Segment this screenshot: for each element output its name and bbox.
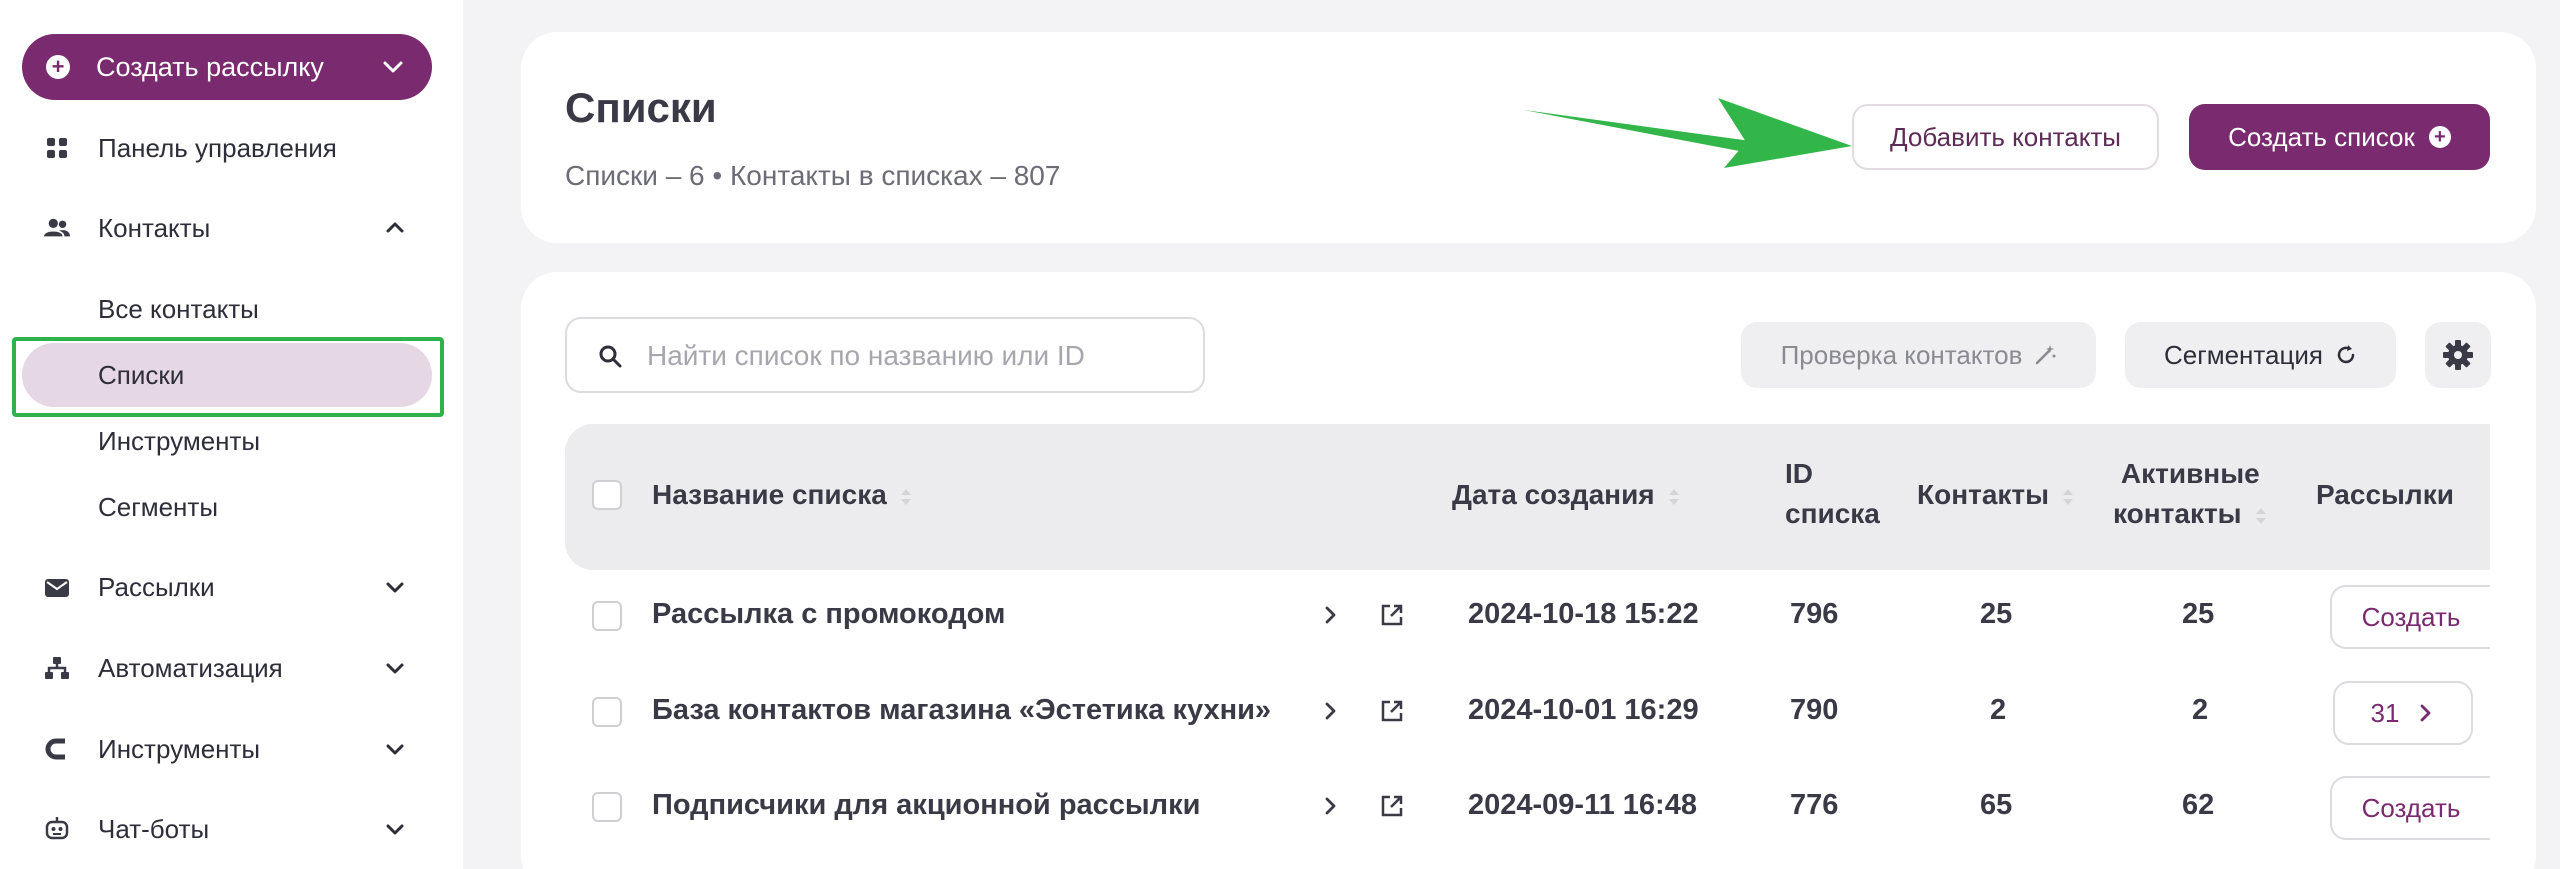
created-date: 2024-09-11 16:48	[1468, 789, 1697, 821]
external-link-icon[interactable]	[1380, 699, 1404, 723]
check-contacts-button[interactable]: Проверка контактов	[1741, 322, 2096, 388]
sidebar-item-automation[interactable]: Автоматизация	[0, 638, 463, 698]
select-all-checkbox[interactable]	[592, 480, 622, 510]
contacts-count: 65	[1980, 789, 2013, 821]
column-header-created[interactable]: Дата создания	[1452, 475, 1681, 515]
magnet-icon	[44, 736, 70, 762]
add-contacts-label: Добавить контакты	[1890, 121, 2121, 152]
gear-icon	[2443, 340, 2473, 370]
create-mailing-row-button[interactable]: Создать	[2330, 776, 2490, 840]
chevron-down-icon	[386, 744, 404, 755]
sidebar: + Создать рассылку Панель управления Кон…	[0, 0, 463, 869]
column-header-mailings: Рассылки	[2316, 479, 2454, 510]
contacts-count: 2	[1990, 694, 2007, 726]
row-checkbox[interactable]	[592, 697, 622, 727]
create-mailing-button[interactable]: + Создать рассылку	[22, 34, 432, 100]
chevron-down-icon	[386, 824, 404, 835]
sidebar-item-label: Автоматизация	[98, 652, 283, 683]
list-name[interactable]: База контактов магазина «Эстетика кухни»	[652, 694, 1271, 727]
column-header-name[interactable]: Название списка	[652, 475, 913, 515]
sidebar-subitem-label: Списки	[98, 359, 185, 390]
highlight-frame	[12, 337, 444, 417]
add-contacts-button[interactable]: Добавить контакты	[1852, 104, 2159, 170]
create-mailing-row-button[interactable]: Создать	[2330, 585, 2490, 649]
sidebar-item-label: Инструменты	[98, 733, 261, 764]
sidebar-item-mailings[interactable]: Рассылки	[0, 557, 463, 617]
robot-icon	[44, 816, 70, 842]
create-list-button[interactable]: Создать список +	[2189, 104, 2490, 170]
sort-icon	[900, 488, 911, 505]
page-title: Списки	[565, 84, 717, 131]
list-id: 776	[1790, 789, 1839, 821]
mailings-count-button[interactable]: 31	[2333, 681, 2473, 745]
sort-icon	[2063, 488, 2074, 505]
external-link-icon[interactable]	[1380, 603, 1404, 627]
contacts-icon	[44, 215, 70, 241]
created-date: 2024-10-18 15:22	[1468, 598, 1699, 630]
created-date: 2024-10-01 16:29	[1468, 694, 1699, 726]
sidebar-subitem-segments[interactable]: Сегменты	[98, 482, 218, 532]
sidebar-subitem-tools[interactable]: Инструменты	[98, 416, 260, 466]
chevron-right-icon	[2421, 704, 2431, 722]
sidebar-subitem-lists[interactable]: Списки	[98, 350, 184, 400]
plus-circle-icon: +	[46, 55, 70, 79]
column-header-contacts[interactable]: Контакты	[1917, 475, 2075, 515]
external-link-icon[interactable]	[1380, 794, 1404, 818]
page-subtitle: Списки – 6 • Контакты в списках – 807	[565, 160, 1061, 191]
list-id: 790	[1790, 694, 1839, 726]
column-header-active[interactable]: Активные контакты	[2113, 454, 2268, 534]
chevron-right-icon[interactable]	[1318, 794, 1342, 818]
sidebar-item-chatbots[interactable]: Чат-боты	[0, 799, 463, 859]
mail-icon	[44, 574, 70, 600]
sort-icon	[1668, 488, 1679, 505]
chevron-down-icon	[386, 663, 404, 674]
list-name[interactable]: Рассылка с промокодом	[652, 598, 1005, 631]
sidebar-subitem-label: Инструменты	[98, 425, 261, 456]
contacts-count: 25	[1980, 598, 2013, 630]
create-list-label: Создать список	[2228, 121, 2415, 152]
segmentation-button[interactable]: Сегментация	[2125, 322, 2396, 388]
create-mailing-label: Создать рассылку	[96, 51, 324, 82]
settings-button[interactable]	[2425, 322, 2491, 388]
search-input[interactable]	[647, 331, 1187, 381]
sidebar-subitem-label: Сегменты	[98, 491, 219, 522]
hierarchy-icon	[44, 655, 70, 681]
green-arrow-annotation	[1524, 98, 1852, 168]
active-count: 62	[2182, 789, 2215, 821]
search-icon	[599, 345, 622, 368]
chevron-down-icon	[386, 582, 404, 593]
sidebar-subitem-all-contacts[interactable]: Все контакты	[98, 284, 259, 334]
sidebar-item-label: Контакты	[98, 212, 211, 243]
segmentation-label: Сегментация	[2164, 339, 2323, 370]
sidebar-subitem-label: Все контакты	[98, 293, 259, 324]
row-checkbox[interactable]	[592, 601, 622, 631]
chevron-up-icon	[386, 222, 404, 233]
column-header-id: ID списка	[1785, 458, 1880, 529]
search-box[interactable]	[565, 317, 1205, 393]
row-checkbox[interactable]	[592, 792, 622, 822]
sidebar-item-dashboard[interactable]: Панель управления	[0, 118, 463, 178]
refresh-icon	[2337, 345, 2355, 364]
chevron-down-icon	[383, 61, 403, 73]
sort-icon	[2255, 507, 2266, 524]
sidebar-item-label: Панель управления	[98, 132, 337, 163]
check-contacts-label: Проверка контактов	[1780, 339, 2023, 370]
chevron-right-icon[interactable]	[1318, 699, 1342, 723]
dashboard-icon	[44, 135, 70, 161]
magic-wand-icon	[2036, 345, 2056, 365]
chevron-right-icon[interactable]	[1318, 603, 1342, 627]
sidebar-item-tools[interactable]: Инструменты	[0, 719, 463, 779]
sidebar-item-label: Чат-боты	[98, 813, 210, 844]
list-name[interactable]: Подписчики для акционной рассылки	[652, 789, 1200, 822]
active-count: 2	[2192, 694, 2209, 726]
list-id: 796	[1790, 598, 1839, 630]
plus-circle-icon: +	[2428, 126, 2451, 148]
sidebar-item-contacts[interactable]: Контакты	[0, 198, 463, 258]
sidebar-item-label: Рассылки	[98, 571, 215, 602]
active-count: 25	[2182, 598, 2215, 630]
